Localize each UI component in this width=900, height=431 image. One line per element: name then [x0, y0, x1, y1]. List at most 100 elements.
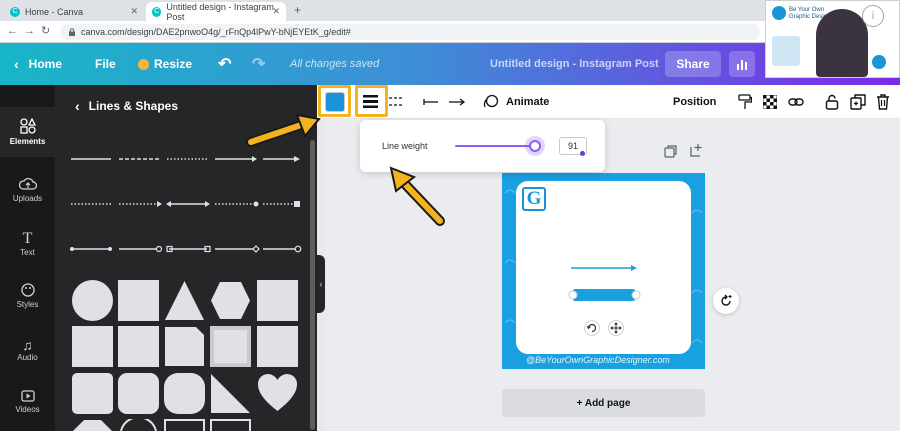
browser-tab-home[interactable]: C Home - Canva ✕	[4, 2, 144, 21]
shape-rounded-rect-2[interactable]	[118, 373, 159, 414]
shape-triangle[interactable]	[164, 280, 205, 321]
duplicate-icon[interactable]	[850, 94, 866, 110]
panel-title: Lines & Shapes	[88, 99, 179, 113]
share-button[interactable]: Share	[665, 51, 721, 77]
line-double-arrow[interactable]	[166, 201, 210, 207]
shape-rect-2[interactable]	[118, 326, 159, 367]
line-dotted-arrow[interactable]	[119, 201, 162, 207]
illustration-figure	[772, 36, 800, 66]
close-tab-icon[interactable]: ✕	[272, 6, 280, 17]
position-button[interactable]: Position	[673, 85, 716, 119]
brand-line1: Be Your Own	[789, 7, 825, 13]
new-tab-button[interactable]: +	[294, 3, 301, 17]
design-card[interactable]: G	[516, 181, 691, 354]
line-weight-label: Line weight	[382, 141, 428, 151]
link-icon[interactable]	[788, 96, 804, 108]
shape-rect-3[interactable]	[257, 326, 298, 367]
shape-square[interactable]	[118, 280, 159, 321]
logo-mark[interactable]: G	[522, 187, 546, 211]
rail-item-text[interactable]: T Text	[0, 218, 55, 268]
cloud-upload-icon	[18, 177, 37, 190]
animate-button[interactable]: Animate	[483, 85, 549, 119]
line-arrow-filled[interactable]	[263, 156, 300, 162]
redo-icon[interactable]: ↷	[252, 43, 265, 85]
shape-frame[interactable]	[210, 326, 251, 367]
shape-circle[interactable]	[72, 280, 113, 321]
canva-favicon-icon: C	[10, 6, 20, 17]
line-grid	[70, 156, 302, 253]
crown-icon	[138, 58, 149, 70]
refresh-icon	[721, 294, 732, 306]
line-circle-end[interactable]	[119, 245, 163, 253]
shape-rect[interactable]	[72, 326, 113, 367]
paint-roller-icon[interactable]	[738, 94, 752, 110]
shape-square-outline-2[interactable]	[210, 419, 251, 431]
rotate-handle-icon[interactable]	[584, 320, 600, 336]
rail-item-uploads[interactable]: Uploads	[0, 165, 55, 215]
line-dot-ends[interactable]	[70, 247, 112, 251]
close-tab-icon[interactable]: ✕	[130, 6, 138, 17]
design-page[interactable]: G @BeYourOwnGraphicDesigner.com	[502, 173, 705, 369]
insights-button[interactable]	[729, 51, 755, 77]
line-square-ends[interactable]	[166, 245, 211, 253]
unlock-icon[interactable]	[825, 94, 839, 110]
rail-item-styles[interactable]: Styles	[0, 271, 55, 321]
line-diamond-end[interactable]	[215, 245, 260, 253]
panel-header[interactable]: ‹ Lines & Shapes	[75, 98, 178, 114]
forward-arrow-icon[interactable]: →	[24, 25, 35, 37]
reload-icon[interactable]: ↻	[41, 24, 50, 37]
line-end-arrow-icon[interactable]	[448, 98, 465, 106]
browser-tab-design[interactable]: C Untitled design - Instagram Post ✕	[146, 1, 286, 22]
undo-icon[interactable]: ↶	[218, 43, 231, 85]
line-dotted-square-end[interactable]	[263, 201, 300, 207]
shapes-icon	[19, 118, 36, 134]
transparency-icon[interactable]	[763, 95, 777, 109]
line-style-icon[interactable]	[389, 96, 402, 107]
add-page-button[interactable]: + Add page	[502, 389, 705, 417]
info-icon[interactable]: i	[862, 5, 884, 27]
url-field[interactable]: canva.com/design/DAE2pnwoO4g/_rFnQp4lPwY…	[60, 24, 760, 40]
shape-circle-outline[interactable]	[118, 419, 159, 431]
resize-button[interactable]: Resize	[138, 43, 192, 85]
rail-item-elements[interactable]: Elements	[0, 107, 55, 157]
design-watermark[interactable]: @BeYourOwnGraphicDesigner.com	[526, 355, 670, 365]
refresh-button[interactable]	[713, 288, 739, 314]
trash-icon[interactable]	[876, 94, 890, 110]
tab-label: Untitled design - Instagram Post	[166, 1, 274, 22]
chevron-left-icon: ‹	[319, 279, 323, 289]
line-arrow[interactable]	[215, 156, 257, 162]
shape-square-2[interactable]	[257, 280, 298, 321]
rail-label: Uploads	[12, 194, 43, 203]
file-menu-button[interactable]: File	[95, 43, 116, 85]
rail-item-videos[interactable]: Videos	[0, 377, 55, 427]
collapse-panel-button[interactable]: ‹	[317, 255, 325, 313]
line-start-icon[interactable]	[423, 98, 439, 106]
brand-logo-icon	[772, 6, 786, 20]
back-arrow-icon[interactable]: ←	[7, 25, 18, 37]
home-button[interactable]: ‹ Home	[14, 43, 62, 85]
add-page-icon[interactable]	[689, 143, 703, 157]
shape-hexagon[interactable]	[210, 280, 251, 321]
selected-thick-line[interactable]	[567, 287, 643, 303]
chevron-left-icon: ‹	[14, 56, 19, 72]
shape-heart[interactable]	[257, 373, 298, 414]
chevron-left-icon: ‹	[75, 98, 80, 114]
duplicate-page-icon[interactable]	[664, 145, 677, 158]
line-circle-outline-end[interactable]	[263, 245, 302, 253]
shape-cut-corner[interactable]	[164, 326, 205, 367]
rail-item-audio[interactable]: ♫ Audio	[0, 324, 55, 374]
video-icon	[20, 390, 35, 402]
url-text: canva.com/design/DAE2pnwoO4g/_rFnQp4lPwY…	[81, 27, 351, 37]
design-title[interactable]: Untitled design - Instagram Post	[490, 43, 659, 85]
shape-right-triangle[interactable]	[210, 373, 251, 414]
tab-label: Home - Canva	[25, 6, 84, 17]
line-dotted-circle-end[interactable]	[215, 201, 259, 207]
panel-scrollbar[interactable]	[310, 140, 315, 430]
line-weight-slider-thumb[interactable]	[525, 136, 545, 156]
shape-square-outline[interactable]	[164, 419, 205, 431]
shape-octagon[interactable]	[72, 419, 113, 431]
shape-rounded-rect-3[interactable]	[164, 373, 205, 414]
shape-rounded-rect[interactable]	[72, 373, 113, 414]
move-handle-icon[interactable]	[608, 320, 624, 336]
design-arrow-line[interactable]	[570, 264, 640, 272]
